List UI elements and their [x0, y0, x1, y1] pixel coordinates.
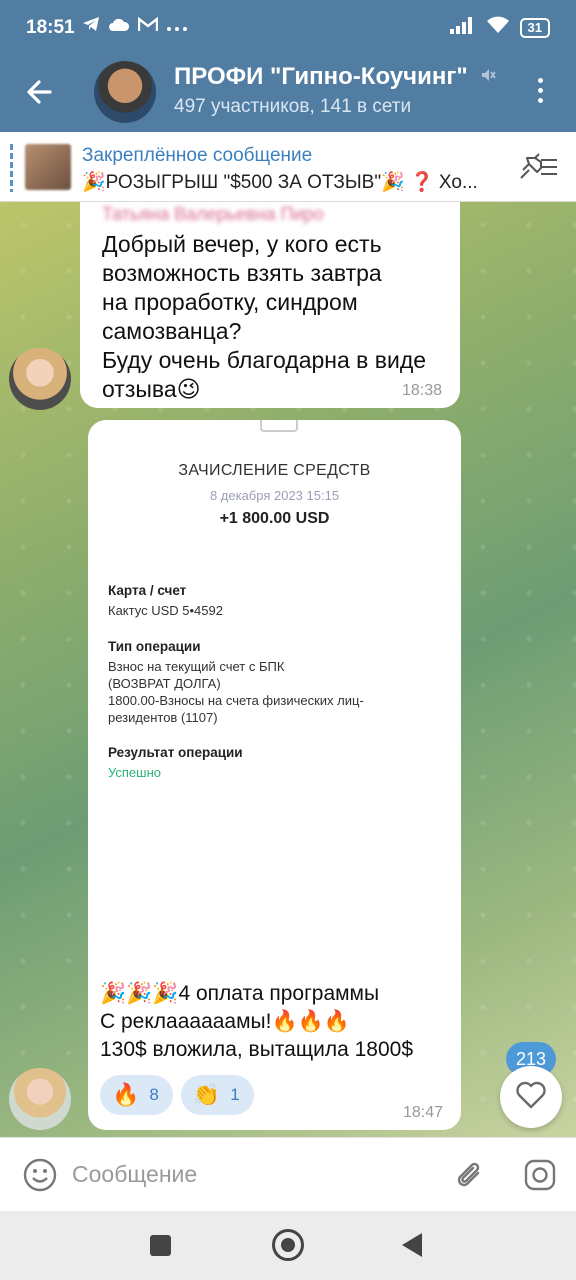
message-text: Добрый вечер, у кого есть возможность вз…: [102, 231, 427, 402]
receipt-image[interactable]: ЗАЧИСЛЕНИЕ СРЕДСТВ 8 декабря 2023 15:15 …: [88, 420, 461, 980]
status-time: 18:51: [26, 17, 75, 38]
reaction-fire[interactable]: 🔥 8: [100, 1075, 173, 1115]
message-input-bar: [0, 1137, 576, 1211]
muted-icon: [480, 67, 496, 88]
status-right: 31: [449, 16, 550, 39]
message-time: 18:47: [402, 1104, 443, 1121]
receipt-amount: +1 800.00 USD: [219, 510, 330, 527]
back-nav-icon[interactable]: [402, 1233, 422, 1257]
message-input[interactable]: [72, 1152, 432, 1196]
pinned-text: 🎉РОЗЫГРЫШ "$500 ЗА ОТЗЫВ"🎉 ❓ Хо...: [82, 172, 478, 193]
gmail-icon: [137, 16, 159, 37]
message-sender: Татьяна Валерьевна Пиро: [102, 204, 324, 224]
back-arrow-icon[interactable]: [22, 74, 58, 110]
reactions-fab[interactable]: [500, 1066, 562, 1128]
battery-icon: 31: [519, 17, 550, 38]
chat-title[interactable]: ПРОФИ "Гипно-Коучинг": [174, 63, 468, 91]
message-time: 18:38: [401, 382, 442, 399]
receipt-card-value: Кактус USD 5•4592: [108, 603, 223, 618]
more-dots-icon: [166, 17, 188, 37]
reaction-clap[interactable]: 👏 1: [180, 1075, 254, 1115]
reaction-count: 8: [149, 1085, 159, 1104]
pinned-title: Закреплённое сообщение: [82, 145, 313, 166]
sender-avatar[interactable]: [9, 348, 71, 410]
chat-subtitle: 497 участников, 141 в сети: [174, 96, 412, 117]
receipt-result-label: Результат операции: [108, 745, 243, 760]
sender-avatar[interactable]: [9, 1068, 71, 1130]
attach-icon[interactable]: [452, 1157, 488, 1198]
message-bubble-photo[interactable]: ЗАЧИСЛЕНИЕ СРЕДСТВ 8 декабря 2023 15:15 …: [88, 420, 461, 1130]
reactions: 🔥 8 👏 1: [100, 1075, 254, 1115]
emoji-icon[interactable]: [22, 1157, 58, 1198]
reaction-count: 1: [230, 1085, 240, 1104]
receipt-optype-value: Взнос на текущий счет с БПК (ВОЗВРАТ ДОЛ…: [108, 659, 364, 725]
receipt-date: 8 декабря 2023 15:15: [209, 488, 340, 503]
fire-emoji-icon: 🔥: [112, 1082, 140, 1107]
clap-emoji-icon: 👏: [192, 1082, 221, 1107]
signal-icon: [449, 16, 476, 39]
receipt-optype-block: Тип операции Взнос на текущий счет с БПК…: [108, 638, 448, 726]
receipt-card-label: Карта / счет: [108, 583, 187, 598]
channel-avatar[interactable]: [94, 61, 156, 123]
receipt-result-value: Успешно: [108, 765, 161, 780]
more-menu-icon[interactable]: [528, 78, 552, 106]
cloud-icon: [108, 17, 130, 37]
pinned-indicator: [10, 144, 13, 192]
telegram-icon: [82, 16, 100, 37]
pinned-thumbnail: [25, 144, 71, 190]
heart-icon: [515, 1080, 547, 1115]
chat-area[interactable]: Татьяна Валерьевна Пиро Добрый вечер, у …: [0, 202, 576, 1137]
receipt-notch: [260, 420, 298, 432]
pinned-list-icon[interactable]: [519, 152, 559, 187]
chat-header: 18:51 31 ПРОФИ "Гипно-Коучинг" 497 участ…: [0, 0, 576, 132]
receipt-result-block: Результат операции Успешно: [108, 744, 448, 781]
wifi-icon: [486, 16, 510, 39]
home-nav-icon[interactable]: [272, 1229, 304, 1261]
receipt-card-block: Карта / счет Кактус USD 5•4592: [108, 582, 448, 619]
recents-nav-icon[interactable]: [150, 1235, 171, 1256]
message-bubble[interactable]: Татьяна Валерьевна Пиро Добрый вечер, у …: [80, 202, 460, 408]
receipt-optype-label: Тип операции: [108, 639, 201, 654]
status-bar: 18:51 31: [0, 0, 576, 58]
status-icons: [82, 16, 188, 37]
pinned-message-bar[interactable]: Закреплённое сообщение 🎉РОЗЫГРЫШ "$500 З…: [0, 132, 576, 202]
message-caption: 🎉🎉🎉4 оплата программы С реклаааааамы!🔥🔥🔥…: [100, 982, 414, 1061]
camera-icon[interactable]: [522, 1157, 558, 1198]
receipt-title: ЗАЧИСЛЕНИЕ СРЕДСТВ: [178, 462, 371, 479]
system-nav-bar: [0, 1211, 576, 1280]
